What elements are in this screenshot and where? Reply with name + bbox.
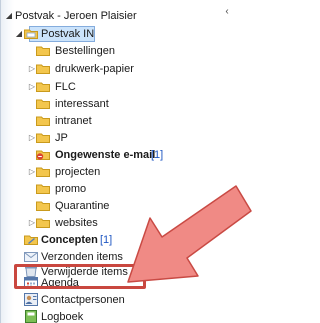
folder-icon: [36, 218, 50, 228]
folder-icon: [36, 82, 50, 92]
folder-icon: [36, 64, 50, 74]
collapse-pane-icon[interactable]: ‹: [222, 7, 232, 17]
module-label: Contactpersonen: [41, 294, 125, 306]
folder-label: FLC: [55, 81, 76, 93]
navigation-pane: ‹ ◢ Postvak - Jeroen Plaisier ◢ Postvak …: [0, 0, 253, 323]
folder-item-interessant[interactable]: interessant: [0, 96, 200, 112]
folder-label: Quarantine: [55, 200, 110, 212]
folder-icon: [36, 99, 50, 109]
expanded-triangle-icon[interactable]: ◢: [15, 26, 23, 42]
folder-label: promo: [55, 183, 87, 195]
module-item-logboek[interactable]: Logboek: [0, 309, 200, 323]
folder-label: Bestellingen: [55, 45, 115, 57]
expanded-triangle-icon[interactable]: ◢: [5, 8, 13, 24]
folder-icon: [36, 46, 50, 56]
collapsed-triangle-icon[interactable]: ▷: [28, 130, 36, 146]
folder-item-projecten[interactable]: ▷ projecten: [0, 164, 200, 180]
folder-item-intranet[interactable]: intranet: [0, 113, 200, 129]
folder-label: websites: [55, 217, 98, 229]
inbox-folder-icon: [24, 29, 38, 39]
folder-label: drukwerk-papier: [55, 63, 134, 75]
collapsed-triangle-icon[interactable]: ▷: [28, 61, 36, 77]
folder-item-concepten[interactable]: Concepten [1]: [0, 232, 200, 248]
folder-label: JP: [55, 132, 68, 144]
junk-mail-folder-icon: [36, 150, 50, 160]
folder-label: interessant: [55, 98, 109, 110]
collapsed-triangle-icon[interactable]: ▷: [28, 79, 36, 95]
folder-label: Concepten: [41, 234, 98, 246]
folder-item-verzonden-items[interactable]: Verzonden items: [0, 249, 200, 265]
folder-item-promo[interactable]: promo: [0, 181, 200, 197]
collapsed-triangle-icon[interactable]: ▷: [28, 215, 36, 231]
folder-item-drukwerk-papier[interactable]: ▷ drukwerk-papier: [0, 61, 200, 77]
folder-item-quarantine[interactable]: Quarantine: [0, 198, 200, 214]
folder-label: Verzonden items: [41, 251, 123, 263]
folder-label: Ongewenste e-mail: [55, 149, 156, 161]
folder-item-flc[interactable]: ▷ FLC: [0, 79, 200, 95]
drafts-folder-icon: [24, 235, 38, 245]
folder-icon: [36, 201, 50, 211]
journal-icon: [25, 310, 37, 323]
folder-item-postvak-in[interactable]: ◢ Postvak IN: [0, 26, 200, 42]
unread-count: [1]: [151, 149, 164, 161]
folder-label: Postvak IN: [41, 28, 95, 40]
folder-icon: [36, 184, 50, 194]
folder-icon: [36, 133, 50, 143]
unread-count: [1]: [100, 234, 113, 246]
annotation-highlight-box: [14, 264, 146, 289]
folder-label: projecten: [55, 166, 101, 178]
module-item-contactpersonen[interactable]: Contactpersonen: [0, 292, 200, 308]
collapsed-triangle-icon[interactable]: ▷: [28, 164, 36, 180]
folder-label: intranet: [55, 115, 92, 127]
folder-item-bestellingen[interactable]: Bestellingen: [0, 43, 200, 59]
account-row[interactable]: ◢ Postvak - Jeroen Plaisier: [0, 8, 200, 24]
folder-item-jp[interactable]: ▷ JP: [0, 130, 200, 146]
folder-item-websites[interactable]: ▷ websites: [0, 215, 200, 231]
contacts-icon: [24, 293, 38, 306]
account-label: Postvak - Jeroen Plaisier: [15, 10, 137, 22]
folder-item-ongewenste-e-mail[interactable]: Ongewenste e-mail [1]: [0, 147, 200, 163]
module-label: Logboek: [41, 311, 84, 323]
folder-icon: [36, 167, 50, 177]
sent-items-icon: [24, 252, 38, 262]
folder-icon: [36, 116, 50, 126]
